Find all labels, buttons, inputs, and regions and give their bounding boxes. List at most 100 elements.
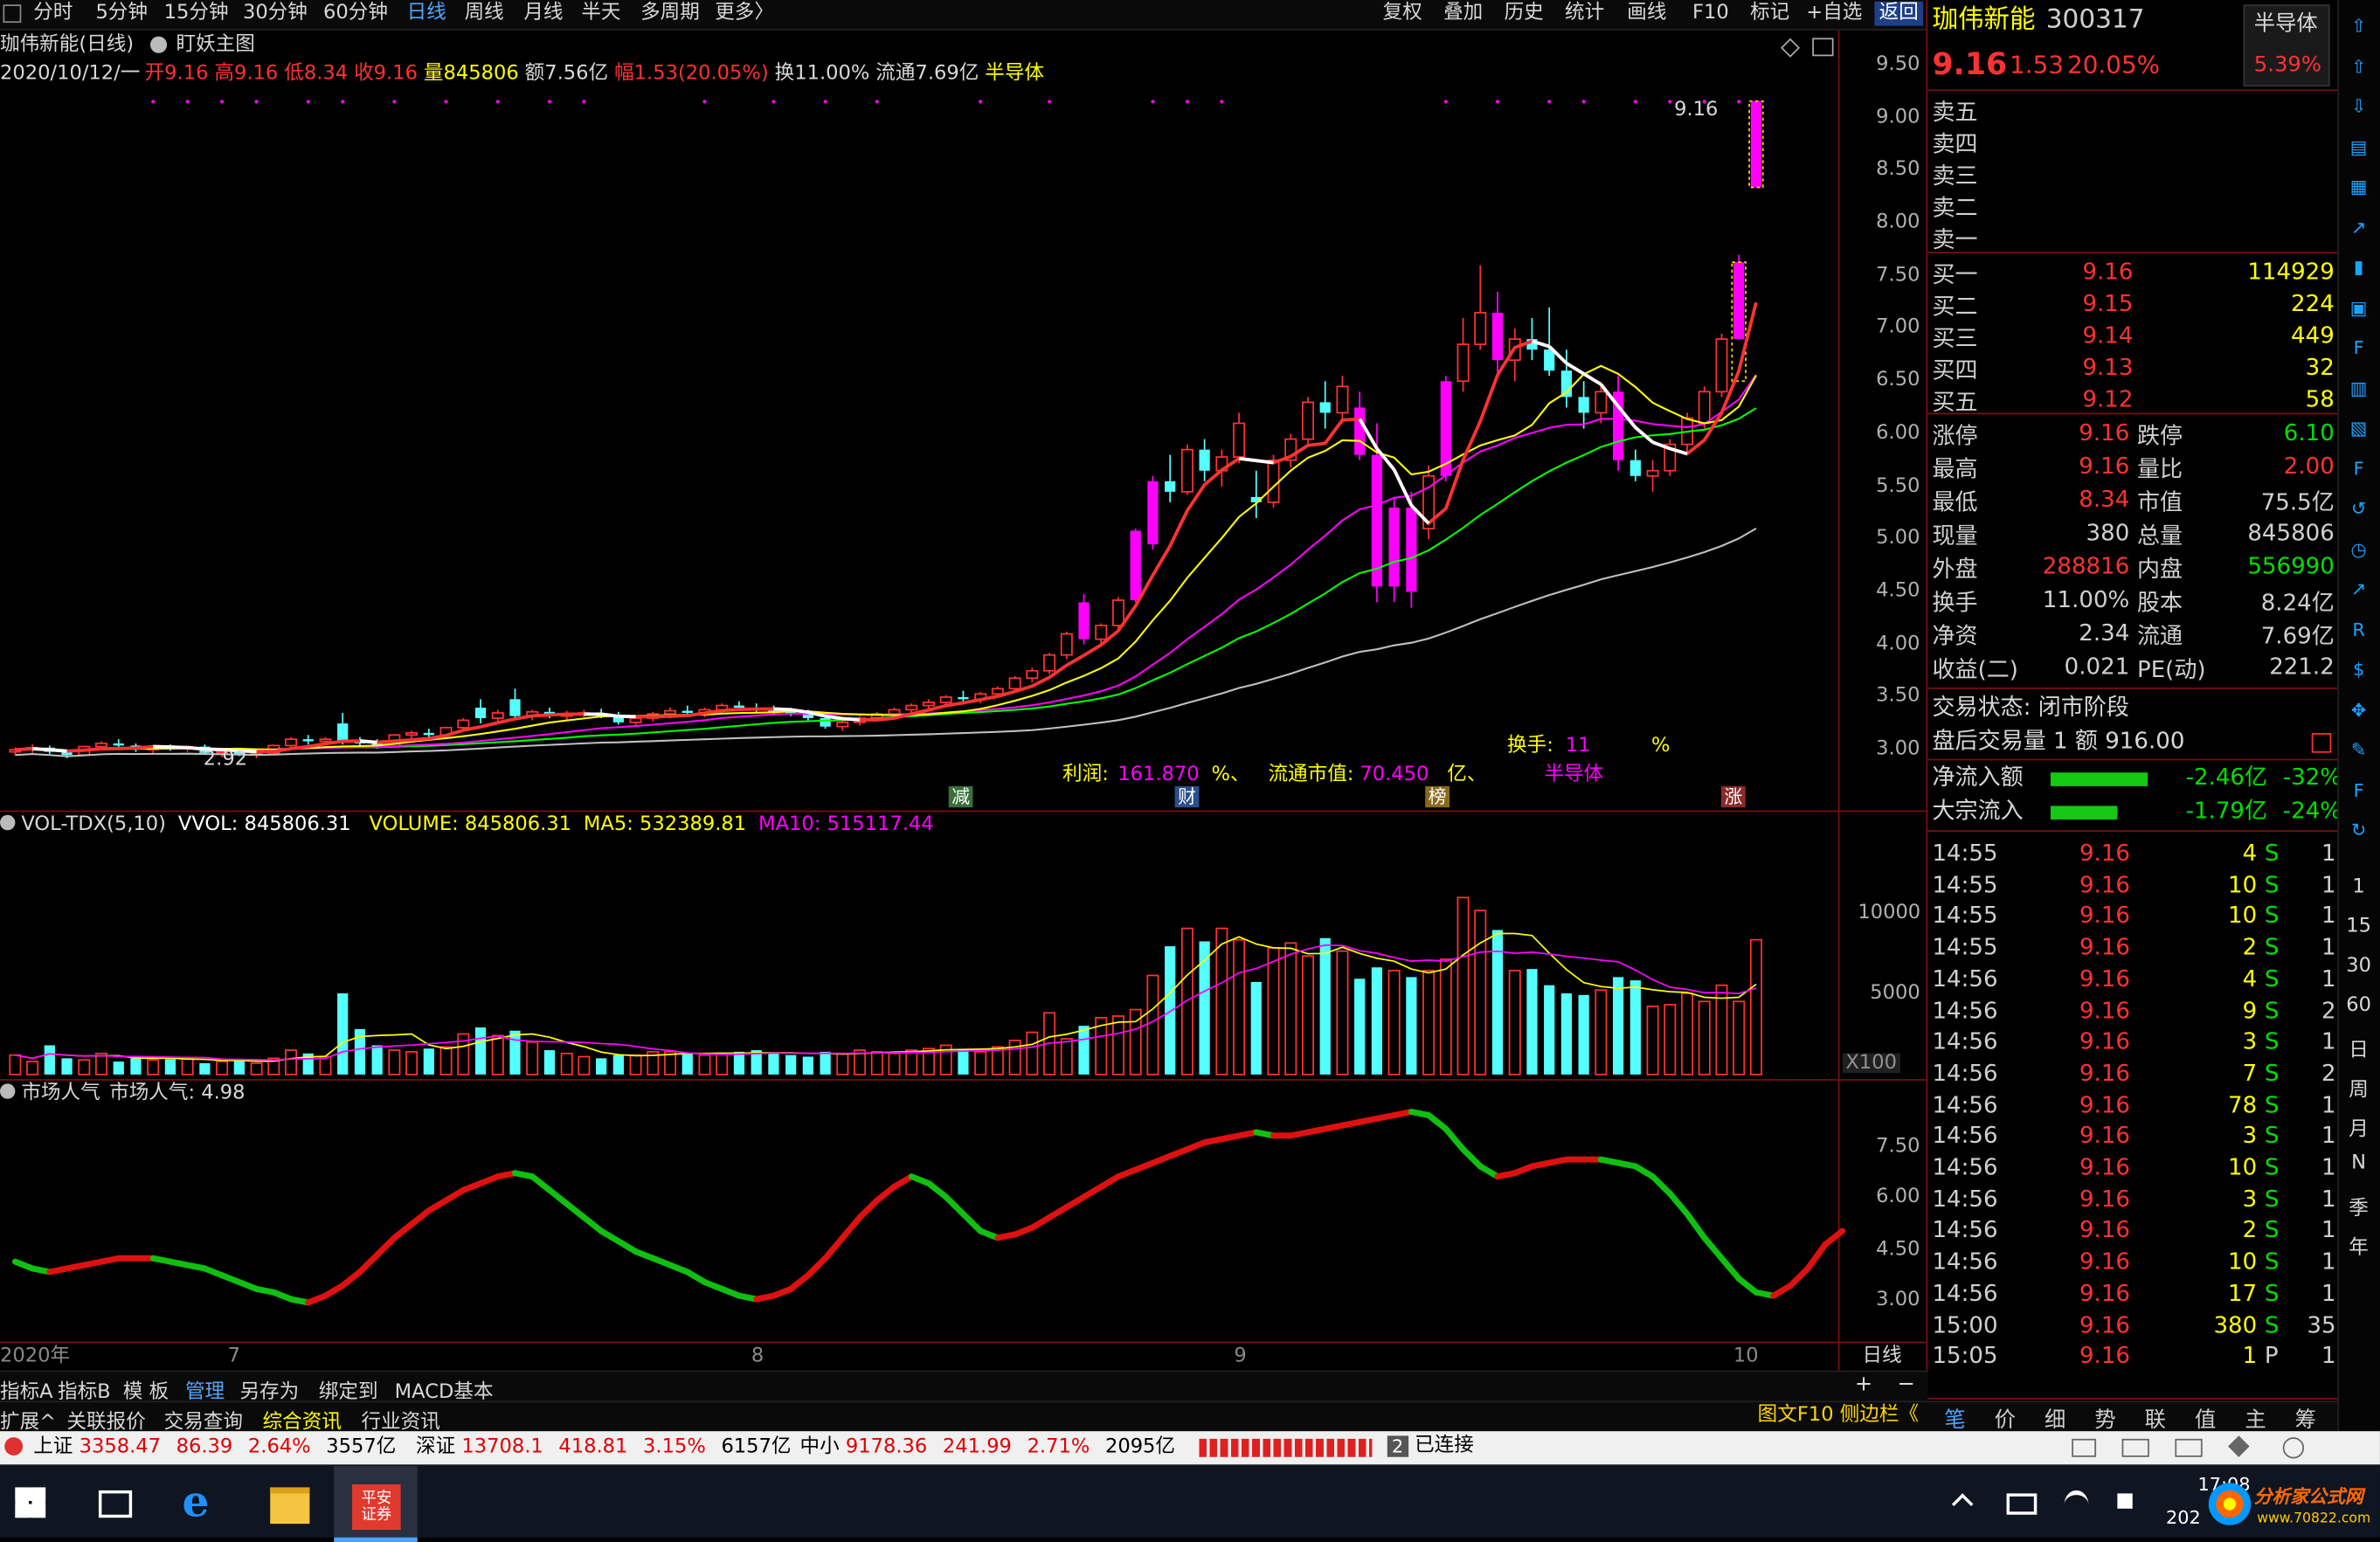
table-icon[interactable]: ▦ xyxy=(2345,173,2372,200)
tick-row[interactable]: 14:569.163S1 xyxy=(1932,1121,2335,1151)
window-icon[interactable] xyxy=(3,4,21,23)
sh-index[interactable]: 上证 3358.47 86.39 2.64% 3557亿 xyxy=(33,1435,396,1460)
buy-level-price[interactable]: 9.14 xyxy=(2082,322,2133,349)
indicator-tab-4[interactable]: 另存为 xyxy=(239,1375,299,1404)
extension-tab-0[interactable]: 扩展^ xyxy=(0,1406,56,1435)
indicator-tab-0[interactable]: 指标A xyxy=(0,1375,53,1404)
period-tab-5[interactable]: 日线 xyxy=(407,2,446,26)
tick-row[interactable]: 14:569.163S1 xyxy=(1932,1027,2335,1057)
tool-button-8[interactable]: 返回 xyxy=(1874,2,1923,26)
indicator-tab-3[interactable]: 管理 xyxy=(185,1375,225,1404)
volume-settings-icon[interactable] xyxy=(0,815,15,830)
move-icon[interactable]: ✥ xyxy=(2345,696,2372,723)
event-tag-limit-up[interactable]: 涨 xyxy=(1721,786,1746,807)
quote-tab-4[interactable]: 联 xyxy=(2145,1404,2166,1435)
sz-index[interactable]: 深证 13708.1 418.81 3.15% 6157亿 xyxy=(416,1435,792,1460)
news-icon[interactable]: ▣ xyxy=(2345,294,2372,321)
period-tab-7[interactable]: 月线 xyxy=(523,2,563,26)
tick-row[interactable]: 15:009.16380S35 xyxy=(1932,1309,2335,1339)
tray-volume-icon[interactable] xyxy=(2117,1493,2132,1508)
extension-tab-2[interactable]: 交易查询 xyxy=(164,1406,243,1435)
period-tab-0[interactable]: 分时 xyxy=(33,2,73,26)
sentiment-settings-icon[interactable] xyxy=(0,1083,15,1098)
list-icon[interactable]: ▤ xyxy=(2345,133,2372,160)
clock-icon[interactable]: ◷ xyxy=(2345,535,2372,562)
period-tab-10[interactable]: 更多〉 xyxy=(715,2,774,26)
sidebar-period-1[interactable]: 1 xyxy=(2345,875,2372,898)
tick-row[interactable]: 14:569.1617S1 xyxy=(1932,1277,2335,1308)
period-tab-3[interactable]: 30分钟 xyxy=(243,2,308,26)
extension-tab-1[interactable]: 关联报价 xyxy=(66,1406,145,1435)
sidebar-period-15[interactable]: 15 xyxy=(2345,916,2372,938)
extension-tab-3[interactable]: 综合资讯 xyxy=(263,1406,342,1435)
candle-icon[interactable]: ▮ xyxy=(2345,253,2372,280)
period-tab-1[interactable]: 5分钟 xyxy=(95,2,148,26)
buy-level-price[interactable]: 9.13 xyxy=(2082,354,2133,381)
down-outline-icon[interactable]: ⇩ xyxy=(2345,93,2372,120)
tool-button-5[interactable]: F10 xyxy=(1692,2,1729,26)
chart-mini-icon[interactable] xyxy=(2312,733,2332,753)
trend-icon[interactable]: ↗ xyxy=(2345,575,2372,602)
indicator-tab-5[interactable]: 绑定到 xyxy=(319,1375,378,1404)
refresh-icon[interactable]: ↻ xyxy=(2345,817,2372,844)
file-explorer-icon[interactable] xyxy=(270,1487,309,1524)
quote-tab-5[interactable]: 值 xyxy=(2195,1404,2216,1435)
line-chart-icon[interactable]: ↗ xyxy=(2345,213,2372,240)
task-view-icon[interactable] xyxy=(99,1490,132,1518)
pen-icon[interactable]: ✎ xyxy=(2345,736,2372,764)
tick-row[interactable]: 14:569.162S1 xyxy=(1932,1214,2335,1245)
tool-button-7[interactable]: +自选 xyxy=(1806,2,1862,26)
sidebar-period-日[interactable]: 日 xyxy=(2345,1034,2372,1062)
tick-row[interactable]: 14:569.169S2 xyxy=(1932,995,2335,1026)
quote-tab-7[interactable]: 筹 xyxy=(2295,1404,2316,1435)
rsi-icon[interactable]: R xyxy=(2345,615,2372,642)
tick-row[interactable]: 14:569.1610S1 xyxy=(1932,1246,2335,1276)
indicator-tab-6[interactable]: MACD基本 xyxy=(395,1375,494,1404)
candlestick-chart[interactable] xyxy=(0,31,1927,1345)
edge-browser-icon[interactable]: e xyxy=(182,1482,227,1525)
tray-battery-icon[interactable] xyxy=(2007,1493,2038,1514)
tick-row[interactable]: 14:559.1610S1 xyxy=(1932,869,2335,900)
up-arrow-icon[interactable]: ⇧ xyxy=(2345,12,2372,39)
tick-row[interactable]: 14:569.1610S1 xyxy=(1932,1152,2335,1183)
zoom-out-button[interactable]: − xyxy=(1898,1373,1915,1394)
sidebar-period-年[interactable]: 年 xyxy=(2345,1231,2372,1260)
quote-tab-2[interactable]: 细 xyxy=(2044,1404,2065,1435)
period-tab-4[interactable]: 60分钟 xyxy=(323,2,388,26)
period-tab-8[interactable]: 半天 xyxy=(581,2,620,26)
tool-button-6[interactable]: 标记 xyxy=(1750,2,1789,26)
sidebar-period-30[interactable]: 30 xyxy=(2345,955,2372,978)
tick-row[interactable]: 14:569.164S1 xyxy=(1932,964,2335,994)
tool-button-3[interactable]: 统计 xyxy=(1565,2,1604,26)
tick-row[interactable]: 14:569.1678S1 xyxy=(1932,1089,2335,1120)
sector-button[interactable]: 半导体 5.39% xyxy=(2244,4,2330,86)
f10-sidebar-toggle[interactable]: 图文F10 侧边栏《 xyxy=(1758,1406,1919,1426)
tick-row[interactable]: 14:559.162S1 xyxy=(1932,932,2335,963)
money-icon[interactable]: $ xyxy=(2345,655,2372,682)
quote-tab-0[interactable]: 笔 xyxy=(1944,1404,1965,1435)
tool-button-1[interactable]: 叠加 xyxy=(1443,2,1483,26)
mail-icon[interactable] xyxy=(2072,1439,2096,1457)
tick-row[interactable]: 14:569.163S1 xyxy=(1932,1183,2335,1214)
period-tab-2[interactable]: 15分钟 xyxy=(164,2,229,26)
grid-icon[interactable]: ▥ xyxy=(2345,374,2372,401)
period-tab-9[interactable]: 多周期 xyxy=(640,2,700,26)
tool-button-4[interactable]: 画线 xyxy=(1627,2,1666,26)
quote-tab-6[interactable]: 主 xyxy=(2245,1404,2266,1435)
zoom-in-button[interactable]: + xyxy=(1855,1373,1872,1394)
zx-index[interactable]: 中小 9178.36 241.99 2.71% 2095亿 xyxy=(800,1435,1176,1460)
event-tag-reduce[interactable]: 减 xyxy=(949,786,973,807)
tick-row[interactable]: 14:559.1610S1 xyxy=(1932,901,2335,931)
calendar-icon[interactable]: ▧ xyxy=(2345,414,2372,441)
monitor-icon[interactable] xyxy=(2175,1439,2202,1457)
buy-level-price[interactable]: 9.15 xyxy=(2082,290,2133,317)
indicator-tab-2[interactable]: 模 板 xyxy=(123,1375,169,1404)
tray-wifi-icon[interactable] xyxy=(2065,1490,2089,1519)
tick-row[interactable]: 14:569.167S2 xyxy=(1932,1058,2335,1089)
keyboard-icon[interactable] xyxy=(2122,1439,2149,1457)
f5-icon[interactable]: F xyxy=(2345,777,2372,804)
extension-tab-4[interactable]: 行业资讯 xyxy=(361,1406,439,1435)
tick-row[interactable]: 15:059.161P1 xyxy=(1932,1340,2335,1371)
alarm-icon[interactable] xyxy=(2283,1437,2304,1458)
indicator-tab-1[interactable]: 指标B xyxy=(58,1375,111,1404)
